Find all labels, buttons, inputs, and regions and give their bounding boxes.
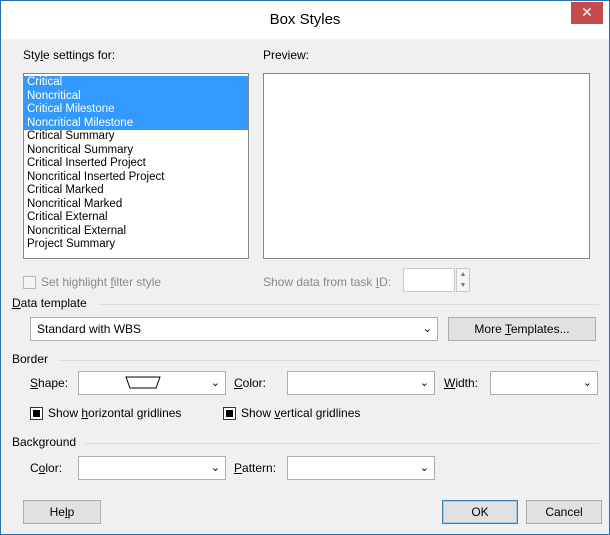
pattern-label: Pattern: <box>234 461 277 475</box>
list-item[interactable]: Noncritical Milestone <box>24 116 248 130</box>
width-label: Width: <box>444 376 479 390</box>
data-template-section-title: Data template <box>12 296 87 310</box>
more-templates-button[interactable]: More Templates... <box>448 317 596 341</box>
highlight-filter-checkbox[interactable] <box>23 276 36 289</box>
width-dropdown[interactable]: ⌄ <box>490 371 598 395</box>
chevron-down-icon: ⌄ <box>419 377 429 389</box>
pattern-dropdown[interactable]: ⌄ <box>287 456 435 480</box>
background-section-title: Background <box>12 435 77 449</box>
dialog-title: Box Styles <box>269 11 341 28</box>
chevron-down-icon: ⌄ <box>210 462 220 474</box>
background-divider <box>85 443 599 444</box>
chevron-down-icon: ⌄ <box>422 323 432 335</box>
list-item[interactable]: Critical Marked <box>24 184 248 198</box>
chevron-down-icon: ⌄ <box>582 377 592 389</box>
list-item[interactable]: Noncritical Marked <box>24 198 248 212</box>
task-id-label: Show data from task ID: <box>263 275 392 289</box>
chevron-down-icon: ⌄ <box>419 462 429 474</box>
dialog-body: Style settings for: Preview: Critical Non… <box>1 39 609 534</box>
close-icon: ✕ <box>581 4 593 20</box>
data-template-dropdown[interactable]: Standard with WBS ⌄ <box>30 317 438 341</box>
help-button[interactable]: Help <box>23 500 101 524</box>
vertical-gridlines-checkbox[interactable] <box>223 407 236 420</box>
list-item[interactable]: Critical External <box>24 211 248 225</box>
shape-label: Shape: <box>30 376 69 390</box>
title-bar: Box Styles ✕ <box>1 1 609 39</box>
ok-button[interactable]: OK <box>442 500 518 524</box>
border-color-dropdown[interactable]: ⌄ <box>287 371 435 395</box>
horizontal-gridlines-checkbox[interactable] <box>30 407 43 420</box>
list-item[interactable]: Critical Milestone <box>24 103 248 117</box>
border-section-title: Border <box>12 352 49 366</box>
vertical-gridlines-label: Show vertical gridlines <box>241 406 361 420</box>
list-item[interactable]: Noncritical External <box>24 225 248 239</box>
box-styles-dialog: Box Styles ✕ Style settings for: Preview… <box>0 0 610 535</box>
shape-dropdown[interactable]: ⌄ <box>78 371 226 395</box>
chevron-down-icon: ⌄ <box>210 377 220 389</box>
data-template-value: Standard with WBS <box>37 322 142 336</box>
list-item[interactable]: Critical Summary <box>24 130 248 144</box>
background-color-label: Color: <box>30 461 63 475</box>
spin-up-icon[interactable]: ▲ <box>457 269 469 280</box>
preview-pane <box>263 73 590 259</box>
data-template-divider <box>99 304 599 305</box>
style-settings-list[interactable]: Critical Noncritical Critical Milestone Non… <box>23 73 249 259</box>
highlight-filter-label: Set highlight filter style <box>41 275 162 289</box>
border-color-label: Color: <box>234 376 267 390</box>
list-item[interactable]: Project Summary <box>24 238 248 252</box>
cancel-button[interactable]: Cancel <box>526 500 602 524</box>
style-settings-label: Style settings for: <box>23 48 116 62</box>
list-item[interactable]: Critical Inserted Project <box>24 157 248 171</box>
list-item[interactable]: Critical <box>24 76 248 90</box>
task-id-input[interactable] <box>403 268 455 292</box>
list-item[interactable]: Noncritical Inserted Project <box>24 171 248 185</box>
trapezoid-shape-icon <box>125 376 161 390</box>
task-id-spinner[interactable]: ▲ ▼ <box>456 268 470 292</box>
list-item[interactable]: Noncritical Summary <box>24 144 248 158</box>
preview-label: Preview: <box>263 48 310 62</box>
horizontal-gridlines-label: Show horizontal gridlines <box>48 406 182 420</box>
list-item[interactable]: Noncritical <box>24 89 248 103</box>
close-button[interactable]: ✕ <box>571 2 603 24</box>
spin-down-icon[interactable]: ▼ <box>457 280 469 291</box>
border-divider <box>59 360 599 361</box>
background-color-dropdown[interactable]: ⌄ <box>78 456 226 480</box>
